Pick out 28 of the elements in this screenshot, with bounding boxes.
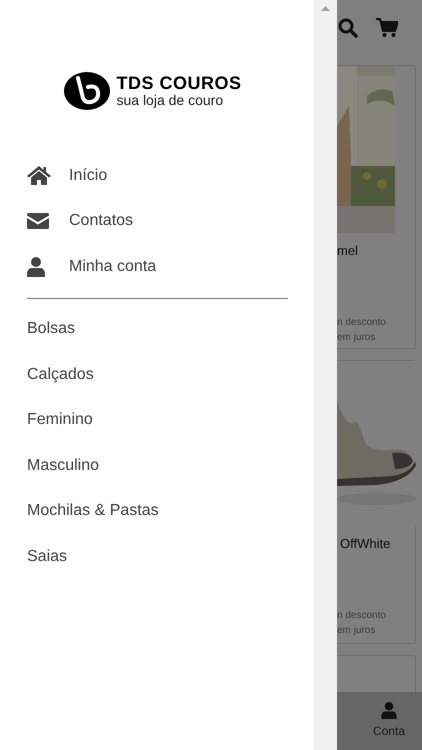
category-item[interactable]: Masculino — [0, 443, 314, 488]
cart-icon[interactable] — [376, 18, 398, 38]
product-name: OffWhite — [339, 535, 392, 553]
logo-icon — [64, 72, 110, 110]
price-note: n desconto — [337, 316, 387, 330]
home-icon — [27, 166, 51, 186]
user-icon — [27, 256, 45, 277]
installments-note: em juros — [337, 624, 376, 638]
user-icon — [380, 702, 397, 719]
category-item[interactable]: Saias — [0, 534, 314, 580]
installments-note: em juros — [337, 330, 376, 344]
logo-tagline: sua loja de couro — [116, 93, 224, 107]
category-item[interactable]: Feminino — [0, 398, 314, 443]
nav-item[interactable]: Minha conta — [0, 244, 314, 290]
category-item[interactable]: Bolsas — [0, 306, 314, 352]
logo-title: TDS COUROS — [116, 74, 242, 92]
product-card[interactable]: OffWhite n desconto em juros — [337, 360, 416, 644]
product-name: mel — [337, 242, 359, 260]
search-icon[interactable] — [338, 18, 358, 38]
category-item[interactable]: Calçados — [0, 352, 314, 398]
product-card[interactable]: mel n desconto em juros — [337, 65, 416, 349]
price-note: n desconto — [337, 608, 387, 622]
scroll-up-icon[interactable] — [321, 6, 330, 11]
scrollbar[interactable] — [314, 0, 337, 750]
category-item[interactable]: Mochilas & Pastas — [0, 488, 314, 534]
nav-item[interactable]: Início — [0, 153, 314, 198]
nav-item[interactable]: Contatos — [0, 198, 314, 244]
mail-icon — [27, 213, 49, 230]
